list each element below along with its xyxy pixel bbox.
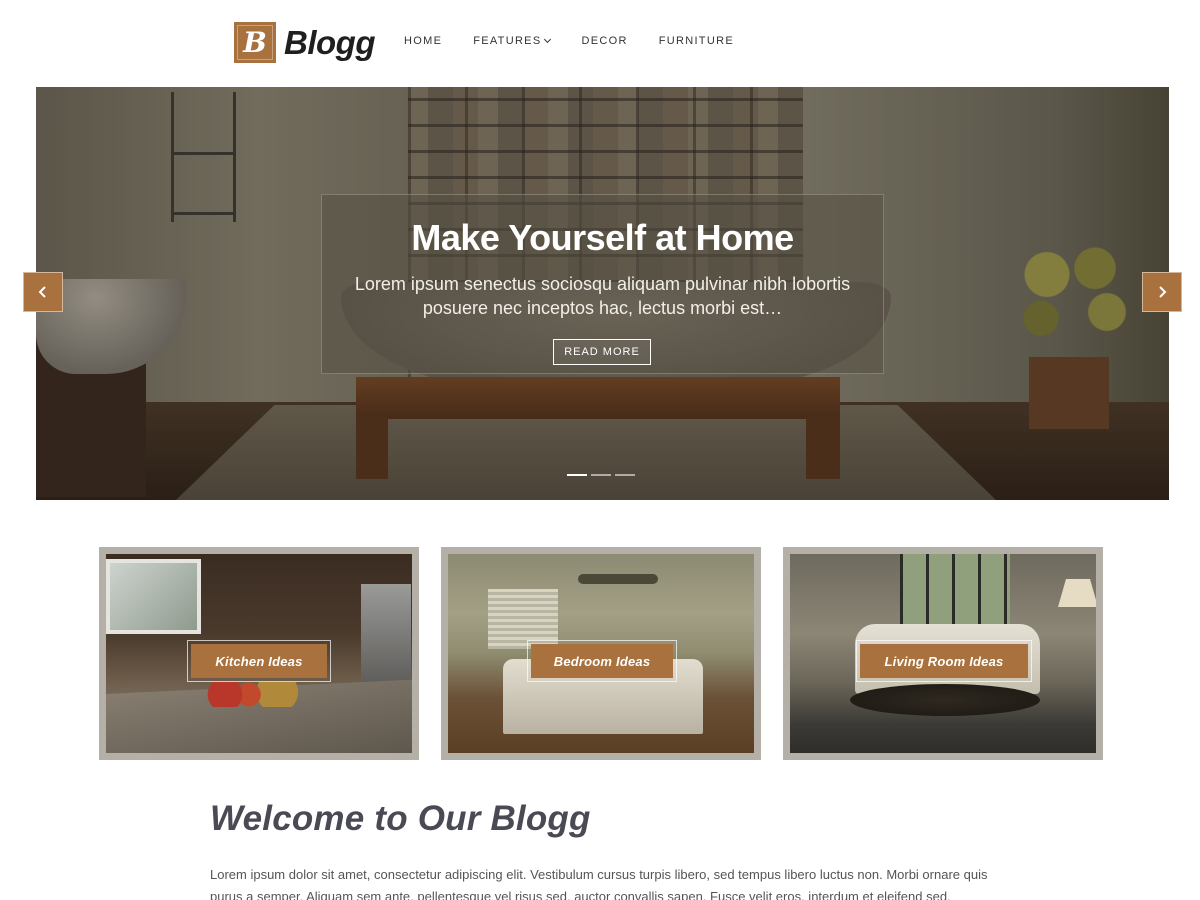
card-label-frame: Kitchen Ideas: [187, 640, 331, 682]
slider-prev-button[interactable]: [23, 272, 63, 312]
nav-item-label: FEATURES: [473, 35, 542, 47]
feature-card-kitchen[interactable]: Kitchen Ideas: [99, 547, 419, 760]
card-image-lamp: [1058, 579, 1096, 607]
slide-excerpt: Lorem ipsum senectus sociosqu aliquam pu…: [354, 274, 851, 318]
chevron-down-icon: [544, 35, 552, 43]
welcome-title: Welcome to Our Blogg: [210, 799, 591, 838]
slider-dot[interactable]: [591, 474, 611, 476]
nav-item-home[interactable]: HOME: [404, 35, 442, 47]
feature-card-living-room[interactable]: Living Room Ideas: [783, 547, 1103, 760]
card-image-coffee-table: [850, 684, 1040, 716]
main-nav: HOME FEATURES DECOR FURNITURE: [404, 35, 765, 47]
card-image-ceiling-fan: [578, 574, 658, 584]
card-image-kitchen: Kitchen Ideas: [106, 554, 412, 753]
nav-item-furniture[interactable]: FURNITURE: [659, 35, 734, 47]
card-image-window: [106, 559, 201, 634]
chevron-right-icon: [1159, 286, 1167, 298]
slider-dot[interactable]: [615, 474, 635, 476]
nav-item-label: HOME: [404, 35, 443, 47]
nav-item-label: DECOR: [581, 35, 628, 47]
slider-next-button[interactable]: [1142, 272, 1182, 312]
read-more-button[interactable]: READ MORE: [553, 339, 651, 365]
card-image-living-room: Living Room Ideas: [790, 554, 1096, 753]
site-header: B Blogg HOME FEATURES DECOR FURNITURE: [0, 0, 1200, 86]
logo-letter: B: [243, 26, 267, 59]
card-label[interactable]: Living Room Ideas: [860, 644, 1028, 678]
welcome-body: Lorem ipsum dolor sit amet, consectetur …: [210, 867, 988, 900]
card-label-frame: Living Room Ideas: [856, 640, 1032, 682]
chevron-left-icon: [38, 286, 46, 298]
card-image-fruit: [206, 682, 301, 707]
card-image-bedroom: Bedroom Ideas: [448, 554, 754, 753]
card-label-frame: Bedroom Ideas: [527, 640, 677, 682]
hero-slider: Make Yourself at Home Lorem ipsum senect…: [36, 87, 1169, 500]
nav-item-decor[interactable]: DECOR: [581, 35, 627, 47]
logo-mark: B: [234, 22, 276, 63]
slider-dot[interactable]: [567, 474, 587, 476]
site-logo[interactable]: B Blogg: [234, 22, 375, 63]
slider-pagination: [567, 474, 635, 476]
feature-card-bedroom[interactable]: Bedroom Ideas: [441, 547, 761, 760]
card-label[interactable]: Bedroom Ideas: [531, 644, 673, 678]
slide-title[interactable]: Make Yourself at Home: [36, 217, 1169, 259]
site-name[interactable]: Blogg: [284, 24, 375, 62]
nav-item-label: FURNITURE: [658, 35, 734, 47]
nav-item-features[interactable]: FEATURES: [473, 35, 552, 47]
card-label[interactable]: Kitchen Ideas: [191, 644, 327, 678]
